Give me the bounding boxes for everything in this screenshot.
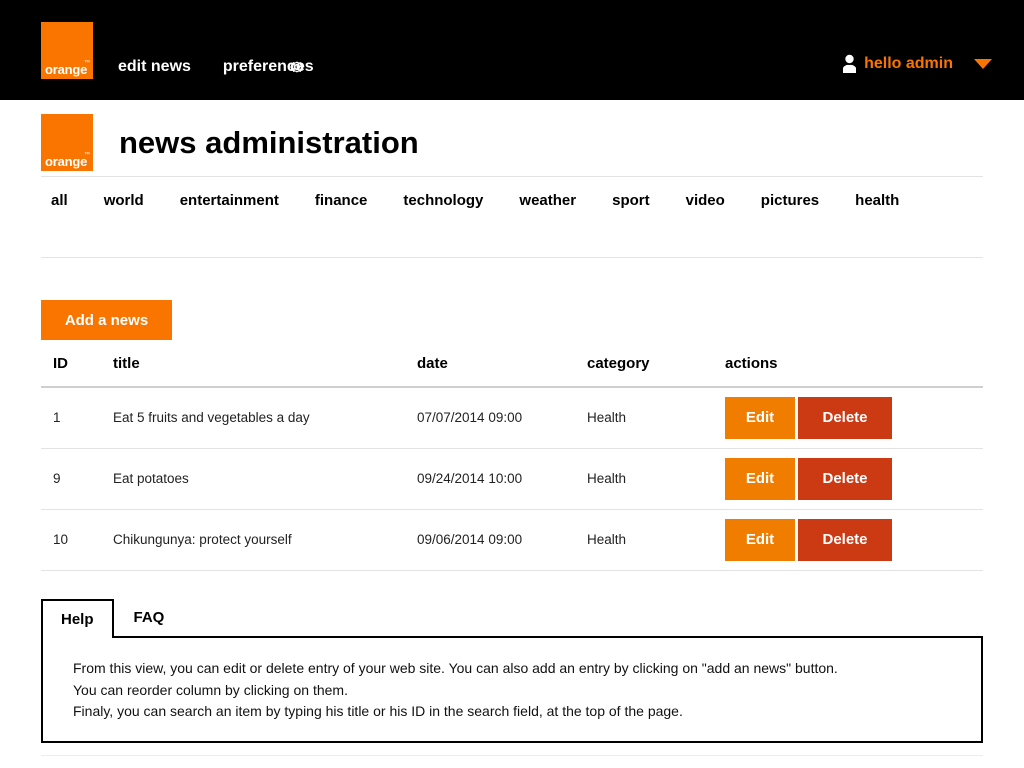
news-table-body: 1 Eat 5 fruits and vegetables a day 07/0… — [41, 387, 983, 571]
cell-id: 10 — [41, 509, 113, 571]
column-header-id[interactable]: ID — [41, 355, 113, 388]
table-row: 9 Eat potatoes 09/24/2014 10:00 Health E… — [41, 448, 983, 510]
category-health[interactable]: health — [855, 192, 899, 209]
cell-id: 1 — [41, 387, 113, 449]
delete-button[interactable]: Delete — [798, 396, 892, 439]
column-header-title[interactable]: title — [113, 355, 417, 388]
top-header-bar: orange ™ edit news preferences hello adm… — [0, 0, 1024, 100]
user-icon — [842, 54, 857, 74]
help-panel: From this view, you can edit or delete e… — [41, 636, 983, 744]
category-pictures[interactable]: pictures — [761, 192, 819, 209]
cell-actions: Edit Delete — [725, 387, 983, 449]
edit-button[interactable]: Edit — [725, 518, 795, 561]
page-trademark-mark: ™ — [84, 152, 90, 158]
column-header-actions: actions — [725, 355, 983, 388]
column-header-category[interactable]: category — [587, 355, 725, 388]
cell-id: 9 — [41, 448, 113, 510]
user-greeting-label: hello admin — [864, 55, 953, 72]
top-navigation: edit news preferences — [118, 58, 346, 76]
orange-logo-text: orange — [45, 62, 88, 77]
cell-date: 09/06/2014 09:00 — [417, 509, 587, 571]
help-line-2: You can reorder column by clicking on th… — [73, 681, 348, 698]
cell-date: 09/24/2014 10:00 — [417, 448, 587, 510]
column-header-date[interactable]: date — [417, 355, 587, 388]
cell-actions: Edit Delete — [725, 448, 983, 510]
cell-category: Health — [587, 448, 725, 510]
page-title-row: orange ™ news administration — [41, 114, 419, 171]
tab-help[interactable]: Help — [41, 599, 114, 638]
cell-title: Chikungunya: protect yourself — [113, 509, 417, 571]
row-action-group: Edit Delete — [725, 396, 983, 439]
divider-under-categories — [41, 257, 983, 258]
divider-under-title — [41, 176, 983, 177]
help-tabs-container: Help FAQ From this view, you can edit or… — [41, 594, 983, 744]
page-logo-text: orange — [45, 154, 88, 169]
edit-button[interactable]: Edit — [725, 396, 795, 439]
category-navigation: all world entertainment finance technolo… — [51, 192, 935, 209]
cell-title: Eat potatoes — [113, 448, 417, 510]
delete-button[interactable]: Delete — [798, 457, 892, 500]
table-row: 1 Eat 5 fruits and vegetables a day 07/0… — [41, 387, 983, 449]
help-tabs-strip: Help FAQ — [41, 594, 983, 638]
category-video[interactable]: video — [686, 192, 725, 209]
chevron-down-icon[interactable] — [974, 59, 992, 69]
tab-faq[interactable]: FAQ — [113, 597, 185, 636]
orange-logo[interactable]: orange ™ — [41, 22, 93, 79]
help-line-1: From this view, you can edit or delete e… — [73, 660, 838, 676]
category-world[interactable]: world — [104, 192, 144, 209]
page-body: orange ™ news administration all world e… — [0, 100, 1024, 768]
user-menu[interactable]: hello admin — [842, 54, 992, 74]
news-table-header: ID title date category actions — [41, 355, 983, 388]
cell-category: Health — [587, 387, 725, 449]
edit-button[interactable]: Edit — [725, 457, 795, 500]
category-weather[interactable]: weather — [519, 192, 576, 209]
news-table: ID title date category actions 1 Eat 5 f… — [41, 355, 983, 571]
category-entertainment[interactable]: entertainment — [180, 192, 279, 209]
category-finance[interactable]: finance — [315, 192, 368, 209]
page-orange-logo: orange ™ — [41, 114, 93, 171]
table-row: 10 Chikungunya: protect yourself 09/06/2… — [41, 509, 983, 571]
table-header-row: ID title date category actions — [41, 355, 983, 388]
trademark-mark: ™ — [84, 60, 90, 66]
page-title: news administration — [119, 124, 419, 160]
gear-icon[interactable] — [287, 57, 307, 77]
row-action-group: Edit Delete — [725, 518, 983, 561]
cell-date: 07/07/2014 09:00 — [417, 387, 587, 449]
row-action-group: Edit Delete — [725, 457, 983, 500]
cell-title: Eat 5 fruits and vegetables a day — [113, 387, 417, 449]
add-news-button[interactable]: Add a news — [41, 300, 172, 340]
cell-actions: Edit Delete — [725, 509, 983, 571]
category-all[interactable]: all — [51, 192, 68, 209]
category-technology[interactable]: technology — [403, 192, 483, 209]
footer-divider — [41, 755, 983, 756]
cell-category: Health — [587, 509, 725, 571]
help-line-3: Finaly, you can search an item by typing… — [73, 703, 683, 720]
delete-button[interactable]: Delete — [798, 518, 892, 561]
category-sport[interactable]: sport — [612, 192, 650, 209]
nav-item-edit-news[interactable]: edit news — [118, 58, 191, 76]
